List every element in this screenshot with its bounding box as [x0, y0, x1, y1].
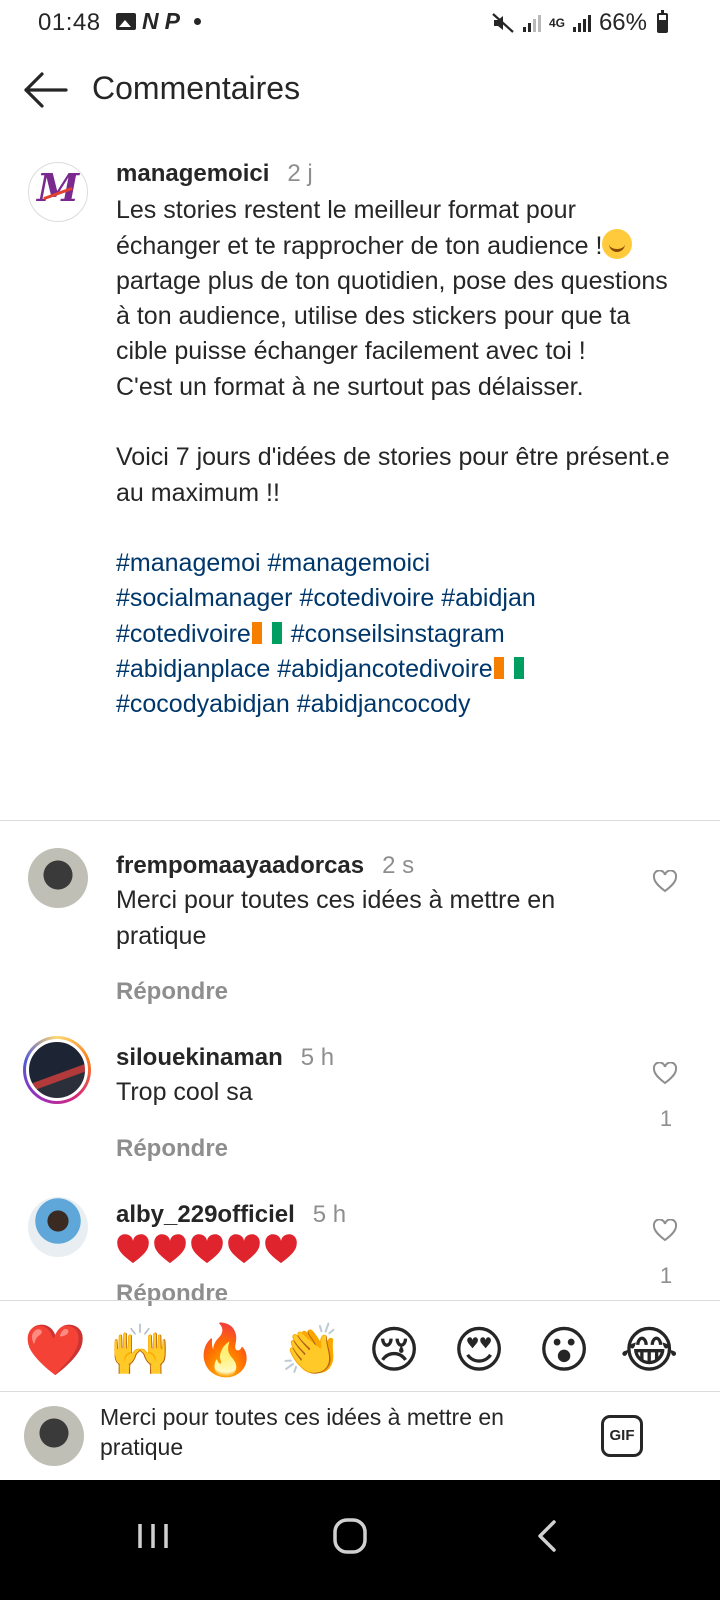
emoji-raising-hands-button[interactable]: 🙌 [109, 1321, 171, 1379]
caption-line1: Les stories restent le meilleur format p… [116, 196, 603, 260]
ivory-coast-flag-icon [251, 621, 282, 644]
managemoi-logo: M [37, 165, 80, 210]
comment-body: silouekinaman 5 h Trop cool sa Répondre [116, 1040, 636, 1166]
emoji-surprised-button[interactable]: 😮 [535, 1321, 593, 1379]
arrow-left-icon [24, 72, 68, 108]
red-heart-emoji-icon [191, 1234, 223, 1264]
comment-username[interactable]: frempomaayaadorcas [116, 852, 364, 879]
comment-time: 5 h [300, 1044, 335, 1071]
comment-time: 5 h [312, 1201, 347, 1228]
hashtag[interactable]: #abidjanplace [116, 655, 270, 683]
gallery-icon [116, 13, 136, 30]
emoji-crying-button[interactable]: 😢 [365, 1321, 423, 1379]
recent-apps-button[interactable] [118, 1508, 188, 1564]
comment-text: Trop cool sa [116, 1078, 253, 1107]
signal-icon-2 [572, 14, 591, 32]
hashtag[interactable]: #abidjan [441, 584, 536, 612]
system-icons: 4G 66% [491, 9, 668, 37]
like-button[interactable] [652, 869, 678, 894]
ivory-coast-flag-icon [493, 656, 524, 679]
battery-fill [659, 20, 666, 31]
dot-icon [193, 18, 201, 25]
system-nav-bar [0, 1480, 720, 1600]
page-title: Commentaires [92, 70, 301, 106]
red-heart-emoji-icon [117, 1234, 149, 1264]
like-count: 1 [659, 1106, 673, 1131]
caption-avatar[interactable]: M [28, 162, 88, 222]
gif-button[interactable]: GIF [601, 1415, 643, 1457]
comment-input[interactable]: Merci pour toutes ces idées à mettre en … [100, 1402, 560, 1466]
home-button[interactable] [315, 1508, 385, 1564]
hashtag[interactable]: #managemoici [267, 549, 430, 577]
home-icon [333, 1518, 367, 1554]
red-heart-emoji-icon [228, 1234, 260, 1264]
status-time: 01:48 [38, 9, 101, 36]
hashtag[interactable]: #abidjancotedivoire [277, 655, 492, 683]
mute-icon [492, 13, 514, 33]
comment-username[interactable]: silouekinaman [116, 1044, 283, 1071]
hashtag[interactable]: #cocodyabidjan [116, 690, 290, 718]
avatar[interactable] [28, 1197, 88, 1257]
red-heart-emoji-icon [154, 1234, 186, 1264]
chevron-left-icon [538, 1520, 556, 1552]
avatar-story-ring[interactable] [23, 1036, 91, 1104]
battery-text: 66% [598, 9, 647, 36]
my-avatar [24, 1406, 84, 1466]
hashtags: #managemoi #managemoici #socialmanager #… [116, 546, 676, 722]
status-bar: 01:48 N P 4G 66% [0, 0, 720, 46]
hashtag[interactable]: #abidjancocody [297, 690, 471, 718]
reply-button[interactable]: Répondre [116, 1131, 636, 1166]
heart-outline-icon [652, 1218, 678, 1242]
app-header: Commentaires [0, 46, 720, 134]
n-icon: N [142, 8, 159, 34]
caption-time: 2 j [287, 160, 313, 187]
battery-icon [657, 10, 668, 33]
caption-username[interactable]: managemoici [116, 160, 269, 187]
hashtag[interactable]: #cotedivoire [116, 620, 251, 648]
like-button[interactable] [652, 1061, 678, 1086]
emoji-fire-button[interactable]: 🔥 [194, 1321, 256, 1379]
reply-button[interactable]: Répondre [116, 974, 636, 1009]
smiling-face-emoji-icon [602, 228, 633, 259]
like-button[interactable] [652, 1218, 678, 1243]
heart-outline-icon [652, 1061, 678, 1085]
comment-text: Merci pour toutes ces idées à mettre en … [116, 886, 556, 950]
comment-username[interactable]: alby_229officiel [116, 1201, 295, 1228]
avatar[interactable] [28, 848, 88, 908]
comment-body: alby_229officiel 5 h Répondre [116, 1197, 636, 1312]
signal-icon [522, 14, 541, 32]
recent-apps-icon [138, 1524, 168, 1548]
caption-line2: partage plus de ton quotidien, pose des … [116, 266, 670, 507]
caption-body: managemoici 2 j Les stories restent le me… [116, 156, 676, 722]
network-4g-icon: 4G [548, 16, 565, 30]
emoji-tears-of-joy-button[interactable]: 😂 [620, 1321, 678, 1379]
comment-body: frempomaayaadorcas 2 s Merci pour toutes … [116, 848, 636, 1009]
emoji-clapping-button[interactable]: 👏 [280, 1321, 342, 1379]
caption-divider [0, 820, 720, 821]
red-heart-emoji-icon [265, 1234, 297, 1264]
emoji-bar: ❤️ 🙌 🔥 👏 😢 😍 😮 😂 [0, 1300, 720, 1392]
like-count: 1 [659, 1263, 673, 1288]
hashtag[interactable]: #socialmanager [116, 584, 293, 612]
emoji-heart-eyes-button[interactable]: 😍 [450, 1321, 508, 1379]
hashtag[interactable]: #cotedivoire [299, 584, 434, 612]
back-button[interactable] [18, 64, 74, 116]
comment-composer: Merci pour toutes ces idées à mettre en … [0, 1392, 720, 1480]
comment-time: 2 s [382, 852, 415, 879]
notification-icons: N P [116, 8, 201, 35]
hashtag[interactable]: #conseilsinstagram [291, 620, 505, 648]
back-nav-button[interactable] [512, 1508, 582, 1564]
hashtag[interactable]: #managemoi [116, 549, 261, 577]
caption-text: Les stories restent le meilleur format p… [116, 193, 676, 511]
red-hearts [116, 1234, 636, 1266]
heart-outline-icon [652, 869, 678, 893]
p-icon: P [164, 8, 180, 34]
emoji-heart-button[interactable]: ❤️ [24, 1321, 86, 1379]
